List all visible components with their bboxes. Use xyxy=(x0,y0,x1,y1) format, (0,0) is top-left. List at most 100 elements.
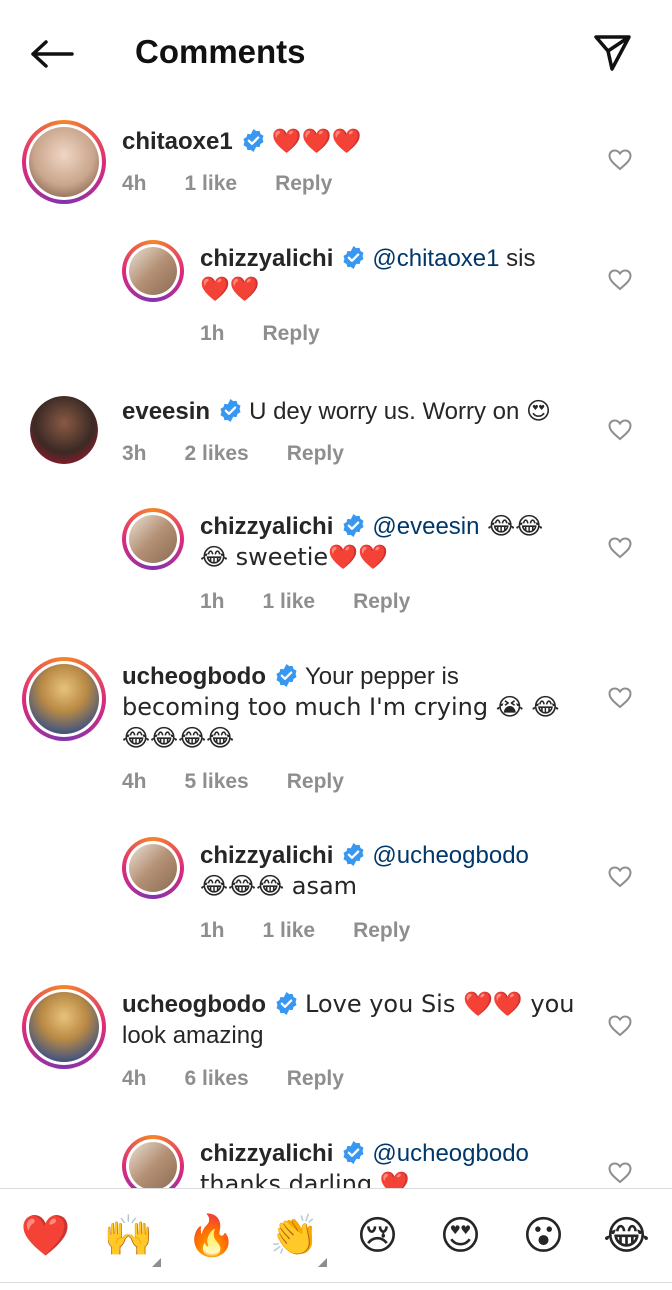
reply-item: chizzyalichi @chitaoxe1 sis ❤️❤️ 1h Reply xyxy=(0,240,672,355)
comment-text: chitaoxe1 ❤️❤️❤️ xyxy=(122,126,592,157)
comment-username[interactable]: chizzyalichi xyxy=(200,513,333,540)
comment-time: 4h xyxy=(122,770,147,793)
reply-item: chizzyalichi @ucheogbodo 😂😂😂 asam 1h 1 li… xyxy=(0,837,672,952)
back-arrow-icon[interactable] xyxy=(28,30,76,78)
reaction-bar: ❤️ 🙌 🔥 👏 😢 😍 😮 😂 xyxy=(0,1188,672,1282)
comment-meta: 1h 1 like Reply xyxy=(200,590,448,614)
avatar[interactable] xyxy=(22,985,106,1069)
avatar[interactable] xyxy=(122,837,184,899)
mention-link[interactable]: @eveesin xyxy=(372,513,479,540)
send-icon[interactable] xyxy=(588,28,636,76)
comment-meta: 4h 1 like Reply xyxy=(122,172,370,196)
avatar-image xyxy=(29,664,99,734)
comment-body: Your pepper is xyxy=(304,663,459,690)
comment-username[interactable]: ucheogbodo xyxy=(122,663,266,690)
reaction-raised-hands-button[interactable]: 🙌 xyxy=(93,1212,165,1267)
reaction-surprised-button[interactable]: 😮 xyxy=(508,1213,580,1259)
avatar[interactable] xyxy=(30,396,98,464)
clap-icon: 👏 xyxy=(269,1213,320,1259)
comment-line2: 😂 sweetie❤️❤️ xyxy=(200,543,388,571)
comment-emojis: 😍 xyxy=(526,397,552,425)
reply-button[interactable]: Reply xyxy=(275,172,332,196)
like-heart-icon[interactable] xyxy=(606,1012,634,1040)
comment-body: U dey worry us. Worry on xyxy=(249,398,527,425)
comment-time: 1h xyxy=(200,919,225,942)
comment-username[interactable]: chizzyalichi xyxy=(200,245,333,272)
header: Comments xyxy=(0,0,672,105)
avatar[interactable] xyxy=(22,657,106,741)
comment-line2: look amazing xyxy=(122,1022,264,1049)
mention-link[interactable]: @chitaoxe1 xyxy=(372,245,499,272)
verified-badge-icon xyxy=(343,1141,364,1164)
comment-username[interactable]: ucheogbodo xyxy=(122,991,266,1018)
mention-link[interactable]: @ucheogbodo xyxy=(372,1140,529,1167)
comment-item: ucheogbodo Your pepper is becoming too mu… xyxy=(0,657,672,797)
comment-item: chitaoxe1 ❤️❤️❤️ 4h 1 like Reply xyxy=(0,120,672,230)
skin-tone-corner-icon xyxy=(151,1258,161,1267)
reaction-heart-eyes-button[interactable]: 😍 xyxy=(425,1213,497,1259)
comment-time: 4h xyxy=(122,1067,147,1090)
avatar-image xyxy=(129,247,177,295)
reply-button[interactable]: Reply xyxy=(287,1067,344,1091)
avatar-image xyxy=(29,127,99,197)
comment-username[interactable]: chitaoxe1 xyxy=(122,128,233,155)
reaction-heart-button[interactable]: ❤️ xyxy=(10,1212,82,1259)
verified-badge-icon xyxy=(276,992,297,1015)
comment-line3: 😂😂😂😂 xyxy=(122,724,235,752)
divider xyxy=(0,1282,672,1283)
comment-body: Love you Sis ❤️❤️ you xyxy=(304,990,575,1018)
like-heart-icon[interactable] xyxy=(606,863,634,891)
avatar-image xyxy=(29,992,99,1062)
comment-meta: 4h 6 likes Reply xyxy=(122,1067,382,1091)
comment-item: ucheogbodo Love you Sis ❤️❤️ you look ama… xyxy=(0,985,672,1095)
comment-text: eveesin U dey worry us. Worry on 😍 xyxy=(122,396,602,427)
comment-time: 1h xyxy=(200,590,225,613)
comment-likes[interactable]: 1 like xyxy=(185,172,238,196)
comment-username[interactable]: chizzyalichi xyxy=(200,842,333,869)
mention-link[interactable]: @ucheogbodo xyxy=(372,842,529,869)
avatar[interactable] xyxy=(22,120,106,204)
comment-likes[interactable]: 2 likes xyxy=(185,442,249,466)
reaction-clap-button[interactable]: 👏 xyxy=(259,1212,331,1267)
comment-username[interactable]: chizzyalichi xyxy=(200,1140,333,1167)
reaction-laughing-button[interactable]: 😂 xyxy=(591,1213,663,1259)
like-heart-icon[interactable] xyxy=(606,146,634,174)
reply-item: chizzyalichi @ucheogbodo thanks darling ❤… xyxy=(0,1135,672,1188)
comment-username[interactable]: eveesin xyxy=(122,398,210,425)
like-heart-icon[interactable] xyxy=(606,534,634,562)
comment-meta: 1h Reply xyxy=(200,322,358,346)
avatar[interactable] xyxy=(122,1135,184,1188)
comment-emojis: ❤️❤️❤️ xyxy=(271,127,362,155)
comment-likes[interactable]: 6 likes xyxy=(185,1067,249,1091)
like-heart-icon[interactable] xyxy=(606,684,634,712)
verified-badge-icon xyxy=(243,129,264,152)
reaction-crying-button[interactable]: 😢 xyxy=(342,1213,414,1259)
comment-meta: 4h 5 likes Reply xyxy=(122,770,382,794)
like-heart-icon[interactable] xyxy=(606,416,634,444)
comment-likes[interactable]: 1 like xyxy=(263,919,316,943)
like-heart-icon[interactable] xyxy=(606,1159,634,1187)
avatar-image xyxy=(30,396,98,464)
comment-body: 😂😂 xyxy=(479,512,544,540)
avatar[interactable] xyxy=(122,508,184,570)
comment-time: 1h xyxy=(200,322,225,345)
comment-text: ucheogbodo Love you Sis ❤️❤️ you look ama… xyxy=(122,989,592,1051)
reply-button[interactable]: Reply xyxy=(263,322,320,346)
comment-likes[interactable]: 1 like xyxy=(263,590,316,614)
reply-button[interactable]: Reply xyxy=(353,919,410,943)
comments-list[interactable]: chitaoxe1 ❤️❤️❤️ 4h 1 like Reply chizzyal… xyxy=(0,105,672,1188)
avatar[interactable] xyxy=(122,240,184,302)
avatar-image xyxy=(129,1142,177,1188)
reply-button[interactable]: Reply xyxy=(287,770,344,794)
reply-button[interactable]: Reply xyxy=(353,590,410,614)
verified-badge-icon xyxy=(343,843,364,866)
like-heart-icon[interactable] xyxy=(606,266,634,294)
raised-hands-icon: 🙌 xyxy=(103,1213,154,1259)
reaction-fire-button[interactable]: 🔥 xyxy=(176,1212,248,1259)
comment-time: 4h xyxy=(122,172,147,195)
comment-text: chizzyalichi @ucheogbodo 😂😂😂 asam xyxy=(200,840,590,902)
comment-likes[interactable]: 5 likes xyxy=(185,770,249,794)
verified-badge-icon xyxy=(343,514,364,537)
comment-line2: thanks darling ❤️ xyxy=(200,1170,410,1188)
reply-button[interactable]: Reply xyxy=(287,442,344,466)
